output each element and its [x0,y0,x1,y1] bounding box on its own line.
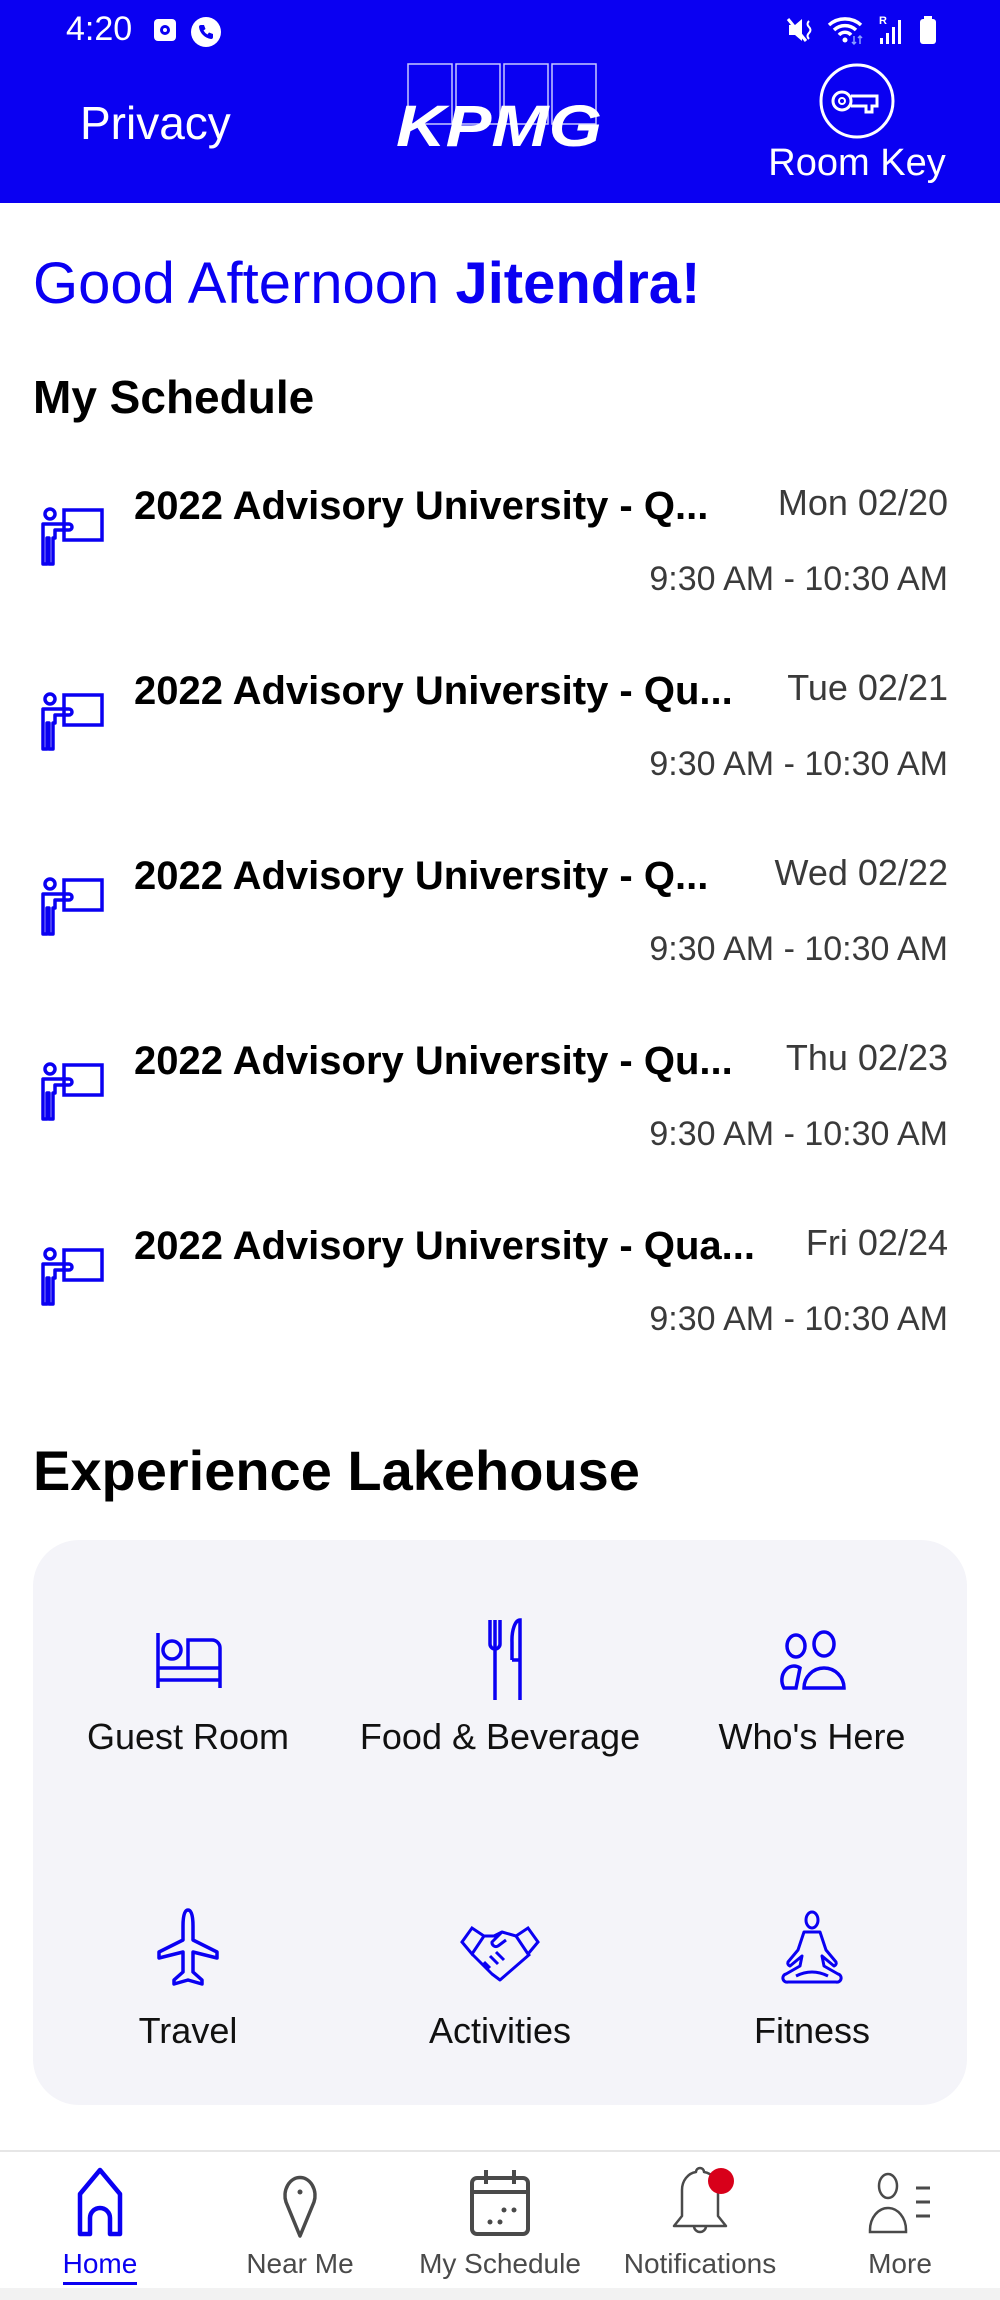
schedule-item-time: 9:30 AM - 10:30 AM [649,1115,948,1153]
kpmg-logo-text: KPMG [396,94,602,152]
tile-guest-room[interactable]: Guest Room [38,1608,338,1808]
tile-whos-here[interactable]: Who's Here [662,1608,962,1808]
room-key-button[interactable]: Room Key [764,62,950,192]
home-icon [77,2167,123,2237]
schedule-item[interactable]: 2022 Advisory University - Q... Wed 02/2… [0,840,1000,1025]
tile-activities[interactable]: Activities [350,1902,650,2102]
yoga-icon [781,1910,843,1984]
status-left-icons [152,16,222,48]
presenter-icon [41,692,104,751]
my-schedule-heading: My Schedule [33,371,315,423]
notification-badge [708,2168,734,2194]
tile-label: Activities [428,2010,572,2051]
nav-home[interactable]: Home [0,2162,200,2287]
screen-recorder-icon [154,19,176,41]
nav-my-schedule[interactable]: My Schedule [400,2162,600,2287]
schedule-item-date: Tue 02/21 [787,667,948,708]
presenter-icon [41,1247,104,1306]
experience-grid: Guest Room Food & Beverage Who's Here Tr… [33,1540,967,2105]
schedule-item-time: 9:30 AM - 10:30 AM [649,745,948,783]
nav-label: Notifications [623,2248,777,2279]
profile-menu-icon [868,2172,930,2234]
presenter-icon [41,1062,104,1121]
schedule-item-time: 9:30 AM - 10:30 AM [649,1300,948,1338]
tile-label: Who's Here [718,1716,906,1757]
schedule-item-title: 2022 Advisory University - Qua... [134,1224,755,1268]
schedule-item-time: 9:30 AM - 10:30 AM [649,560,948,598]
tile-label: Guest Room [86,1716,290,1757]
bed-icon [156,1633,222,1688]
nav-label: Home [62,2248,138,2285]
handshake-icon [460,1925,540,1982]
schedule-item-date: Thu 02/23 [785,1037,948,1078]
greeting-salutation: Good Afternoon [33,251,440,316]
battery-icon [920,16,936,44]
schedule-item[interactable]: 2022 Advisory University - Qu... Tue 02/… [0,655,1000,840]
nav-notifications[interactable]: Notifications [600,2162,800,2287]
schedule-item[interactable]: 2022 Advisory University - Qua... Fri 02… [0,1210,1000,1395]
nav-label: Near Me [246,2248,354,2279]
key-icon [819,63,895,139]
signal-roaming-icon: R [879,15,901,44]
status-right-icons: R [786,14,938,46]
schedule-item-title: 2022 Advisory University - Q... [134,484,709,528]
schedule-item-date: Wed 02/22 [774,852,948,893]
calendar-icon [470,2170,530,2236]
system-navigation-bar [0,2288,1000,2300]
schedule-item-title: 2022 Advisory University - Qu... [134,1039,733,1083]
privacy-link[interactable]: Privacy [80,96,231,150]
phone-call-icon [191,17,221,47]
schedule-item-time: 9:30 AM - 10:30 AM [649,930,948,968]
schedule-item-date: Mon 02/20 [777,482,948,523]
tile-fitness[interactable]: Fitness [662,1902,962,2102]
nav-label: More [868,2248,932,2279]
schedule-list: 2022 Advisory University - Q... Mon 02/2… [0,470,1000,1395]
kpmg-logo: KPMG [396,63,602,152]
app-header: 4:20 R Privacy KPMG Room Key [0,0,1000,203]
greeting: Good Afternoon Jitendra! [33,250,700,317]
tile-label: Food & Beverage [359,1716,641,1757]
schedule-item[interactable]: 2022 Advisory University - Q... Mon 02/2… [0,470,1000,655]
schedule-item-title: 2022 Advisory University - Q... [134,854,709,898]
tile-label: Travel [138,2010,238,2051]
tile-travel[interactable]: Travel [38,1902,338,2102]
presenter-icon [41,877,104,936]
tile-food-beverage[interactable]: Food & Beverage [350,1608,650,1808]
schedule-item[interactable]: 2022 Advisory University - Qu... Thu 02/… [0,1025,1000,1210]
greeting-name: Jitendra! [455,251,701,316]
mute-vibrate-icon [786,18,812,42]
nav-near-me[interactable]: Near Me [200,2162,400,2287]
location-pin-icon [283,2175,317,2238]
nav-more[interactable]: More [800,2162,1000,2287]
room-key-label: Room Key [768,142,946,184]
tile-label: Fitness [753,2010,871,2051]
experience-lakehouse-heading: Experience Lakehouse [33,1439,640,1502]
status-time: 4:20 [66,10,133,48]
fork-knife-icon [488,1618,522,1700]
airplane-icon [157,1908,219,1986]
wifi-icon [827,17,863,46]
schedule-item-date: Fri 02/24 [805,1222,948,1263]
svg-text:R: R [879,15,887,27]
schedule-item-title: 2022 Advisory University - Qu... [134,669,733,713]
presenter-icon [41,507,104,566]
bottom-navigation: Home Near Me My Schedule Notifications M… [0,2150,1000,2288]
people-icon [780,1630,846,1690]
nav-label: My Schedule [419,2248,581,2279]
